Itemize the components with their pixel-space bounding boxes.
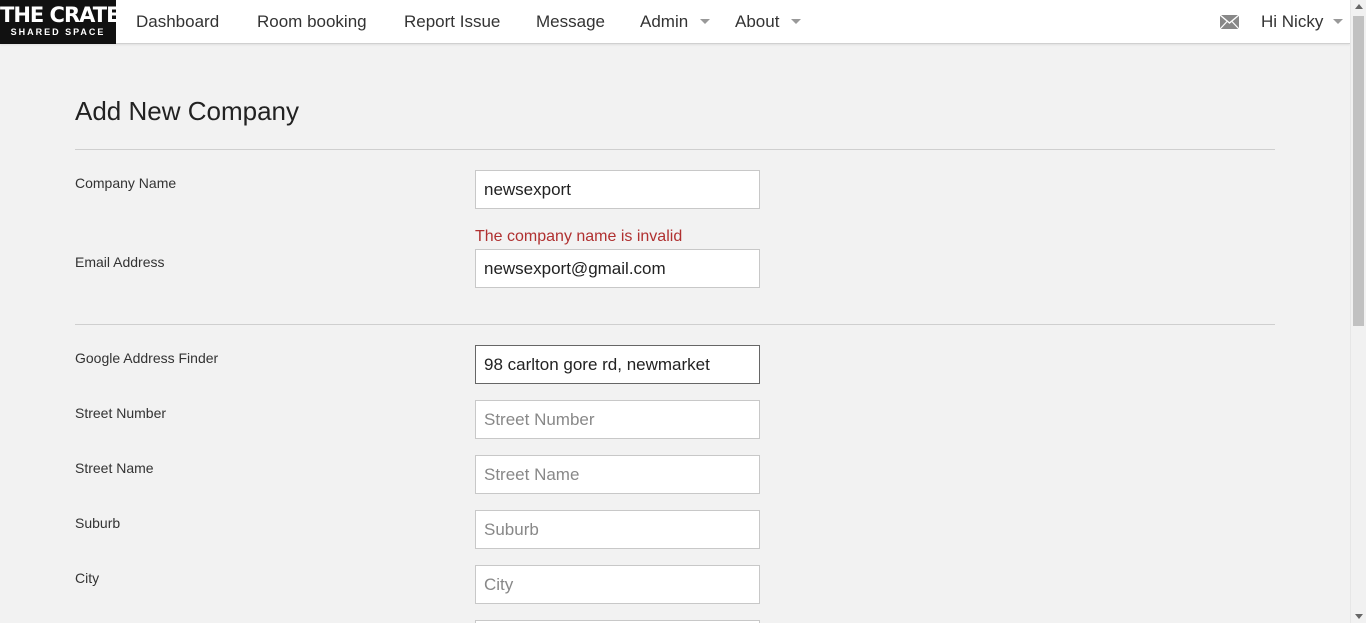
suburb-input[interactable] xyxy=(475,510,760,549)
street-number-label: Street Number xyxy=(75,405,167,421)
street-name-label: Street Name xyxy=(75,460,154,476)
company-name-label: Company Name xyxy=(75,175,177,191)
logo-subtitle: SHARED SPACE xyxy=(10,27,106,37)
nav-report-issue[interactable]: Report Issue xyxy=(404,0,500,44)
user-greeting: Hi Nicky xyxy=(1261,12,1324,31)
email-label: Email Address xyxy=(75,254,165,270)
email-input[interactable] xyxy=(475,249,760,288)
address-finder-label: Google Address Finder xyxy=(75,350,219,366)
caret-down-icon xyxy=(1333,18,1344,24)
street-name-input[interactable] xyxy=(475,455,760,494)
brand-logo[interactable]: THE CRATE SHARED SPACE xyxy=(0,0,120,44)
section-divider xyxy=(75,324,1275,325)
nav-about-label: About xyxy=(735,12,780,31)
company-name-input[interactable] xyxy=(475,170,760,209)
scroll-down-arrow-icon[interactable] xyxy=(1355,614,1363,619)
nav-dashboard[interactable]: Dashboard xyxy=(136,0,219,44)
page-title: Add New Company xyxy=(75,96,299,126)
suburb-label: Suburb xyxy=(75,515,121,531)
company-name-error: The company name is invalid xyxy=(475,228,683,245)
scroll-up-arrow-icon[interactable] xyxy=(1355,4,1363,9)
scrollbar-thumb[interactable] xyxy=(1353,16,1364,326)
nav-about-dropdown[interactable]: About xyxy=(735,0,802,44)
user-menu-dropdown[interactable]: Hi Nicky xyxy=(1261,0,1344,44)
street-number-input[interactable] xyxy=(475,400,760,439)
nav-message[interactable]: Message xyxy=(536,0,605,44)
nav-room-booking[interactable]: Room booking xyxy=(257,0,367,44)
nav-admin-dropdown[interactable]: Admin xyxy=(640,0,711,44)
logo-title: THE CRATE xyxy=(0,3,120,27)
caret-down-icon xyxy=(791,18,802,24)
nav-admin-label: Admin xyxy=(640,12,689,31)
top-navbar: THE CRATE SHARED SPACE Dashboard Room bo… xyxy=(0,0,1350,44)
section-divider xyxy=(75,149,1275,150)
address-finder-input[interactable] xyxy=(475,345,760,384)
vertical-scrollbar[interactable] xyxy=(1350,0,1366,623)
envelope-icon[interactable] xyxy=(1220,15,1239,29)
caret-down-icon xyxy=(700,18,711,24)
city-label: City xyxy=(75,570,100,586)
city-input[interactable] xyxy=(475,565,760,604)
